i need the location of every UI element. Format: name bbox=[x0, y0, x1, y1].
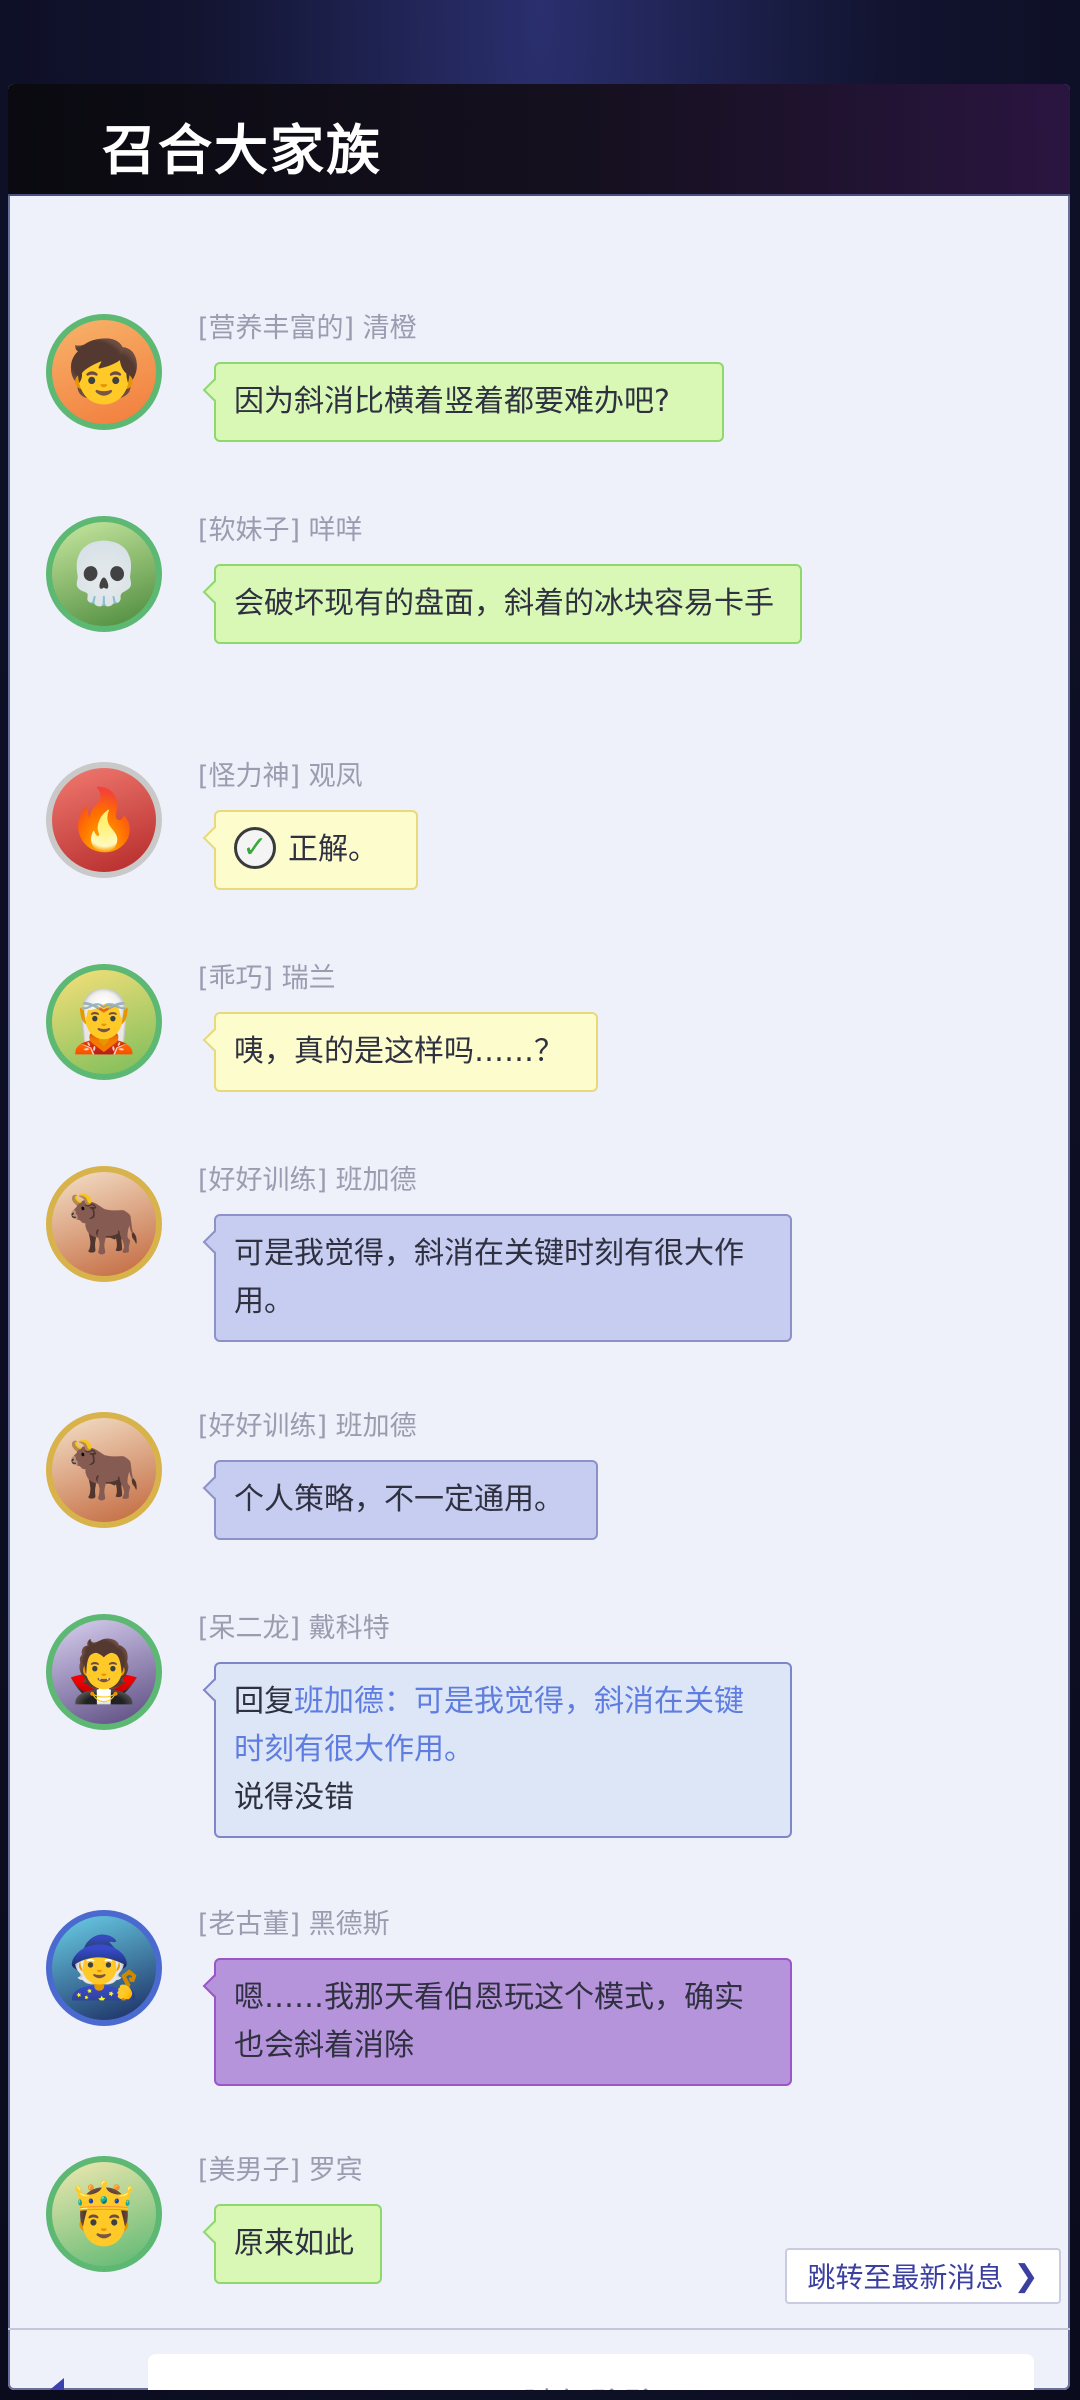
message-bubble[interactable]: 可是我觉得，斜消在关键时刻有很大作用。 bbox=[214, 1214, 792, 1342]
red-haired-warrior-avatar[interactable]: 🔥 bbox=[46, 762, 162, 878]
chat-input-placeholder: 随便聊聊 bbox=[523, 2378, 659, 2391]
message-bubble[interactable]: 会破坏现有的盘面，斜着的冰块容易卡手 bbox=[214, 564, 802, 644]
sender-name: [呆二龙] 戴科特 bbox=[198, 1613, 390, 1644]
jump-to-latest-label: 跳转至最新消息 bbox=[807, 2261, 1004, 2294]
sender-name: [乖巧] 瑞兰 bbox=[198, 963, 336, 994]
message-text: 正解。 bbox=[288, 832, 378, 867]
dark-haired-elf-avatar[interactable]: 🧛 bbox=[46, 1614, 162, 1730]
orange-haired-girl-avatar[interactable]: 🧒 bbox=[46, 314, 162, 430]
message-bubble[interactable]: 个人策略，不一定通用。 bbox=[214, 1460, 598, 1540]
reply-name[interactable]: 班加德 bbox=[294, 1684, 384, 1719]
sender-name: [好好训练] 班加德 bbox=[198, 1165, 417, 1196]
back-button[interactable] bbox=[36, 2372, 112, 2390]
sender-name: [好好训练] 班加德 bbox=[198, 1411, 417, 1442]
sender-name: [软妹子] 咩咩 bbox=[198, 515, 363, 546]
chat-input[interactable]: 随便聊聊 bbox=[148, 2354, 1034, 2390]
message-bubble[interactable]: 咦，真的是这样吗……？ bbox=[214, 1012, 598, 1092]
title-bar: 召合大家族 bbox=[8, 84, 1070, 196]
dark-mage-avatar[interactable]: 🧙 bbox=[46, 1910, 162, 2026]
message-bubble[interactable]: 原来如此 bbox=[214, 2204, 382, 2284]
jump-to-latest-button[interactable]: 跳转至最新消息 ❯ bbox=[785, 2248, 1061, 2304]
message-text: 说得没错 bbox=[234, 1780, 354, 1815]
message-text: 原来如此 bbox=[234, 2226, 354, 2261]
sender-name: [老古董] 黑德斯 bbox=[198, 1909, 390, 1940]
message-bubble[interactable]: 因为斜消比横着竖着都要难办吧? bbox=[214, 362, 724, 442]
blonde-elf-avatar[interactable]: 🧝 bbox=[46, 964, 162, 1080]
sender-name: [美男子] 罗宾 bbox=[198, 2155, 363, 2186]
message-list[interactable]: 🧒 [营养丰富的] 清橙 因为斜消比横着竖着都要难办吧? 💀 [软妹子] 咩咩 … bbox=[8, 196, 1070, 2326]
chevron-right-icon: ❯ bbox=[1013, 2258, 1039, 2294]
back-arrow-icon bbox=[49, 2378, 64, 2390]
input-divider bbox=[8, 2328, 1070, 2330]
sender-name: [营养丰富的] 清橙 bbox=[198, 313, 417, 344]
chat-window: 召合大家族 🧒 [营养丰富的] 清橙 因为斜消比横着竖着都要难办吧? 💀 [软妹… bbox=[8, 84, 1070, 2390]
reply-quote[interactable]: 回复班加德：可是我觉得，斜消在关键时刻有很大作用。 bbox=[234, 1678, 770, 1774]
message-text: 咦，真的是这样吗……？ bbox=[234, 1034, 564, 1069]
horned-beast-avatar[interactable]: 🐂 bbox=[46, 1166, 162, 1282]
message-text: 嗯……我那天看伯恩玩这个模式，确实也会斜着消除 bbox=[234, 1980, 744, 2063]
message-text: 会破坏现有的盘面，斜着的冰块容易卡手 bbox=[234, 586, 774, 621]
message-bubble[interactable]: 嗯……我那天看伯恩玩这个模式，确实也会斜着消除 bbox=[214, 1958, 792, 2086]
horned-beast-avatar[interactable]: 🐂 bbox=[46, 1412, 162, 1528]
green-haired-skull-hat-avatar[interactable]: 💀 bbox=[46, 516, 162, 632]
message-bubble[interactable]: ✓ 正解。 bbox=[214, 810, 418, 890]
golden-crowned-elf-avatar[interactable]: 🤴 bbox=[46, 2156, 162, 2272]
message-text: 因为斜消比横着竖着都要难办吧? bbox=[234, 384, 670, 419]
checkmark-icon: ✓ bbox=[234, 826, 276, 869]
message-text: 个人策略，不一定通用。 bbox=[234, 1482, 564, 1517]
window-title: 召合大家族 bbox=[102, 118, 382, 182]
message-bubble[interactable]: 回复班加德：可是我觉得，斜消在关键时刻有很大作用。 说得没错 bbox=[214, 1662, 792, 1838]
reply-prefix: 回复 bbox=[234, 1684, 294, 1719]
message-text: 可是我觉得，斜消在关键时刻有很大作用。 bbox=[234, 1236, 744, 1319]
sender-name: [怪力神] 观凤 bbox=[198, 761, 363, 792]
